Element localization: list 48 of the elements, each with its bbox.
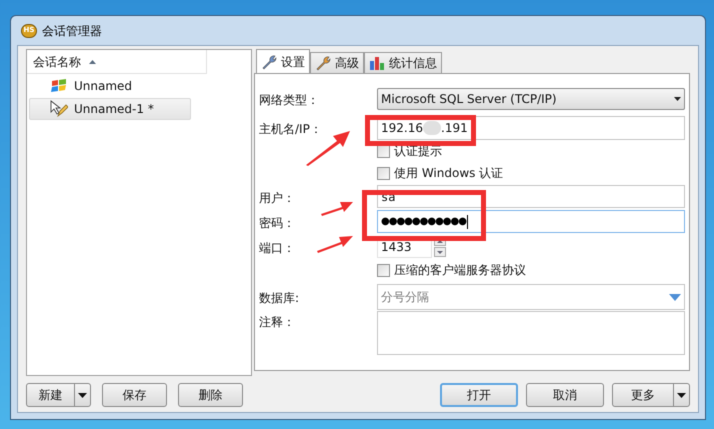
checkbox[interactable]: [377, 166, 390, 180]
button[interactable]: 删除: [178, 383, 243, 407]
field-label: 用户：: [259, 190, 295, 204]
arrow-icon: [320, 199, 354, 216]
password-field[interactable]: ●●●●●●●●●●●: [377, 210, 685, 233]
network-type-dropdown[interactable]: Microsoft SQL Server (TCP/IP): [377, 88, 685, 110]
field-label: 数据库:: [259, 291, 300, 305]
up-arrow-icon: [437, 240, 443, 242]
host-value-start: 192.16: [381, 120, 423, 137]
spin-down-button[interactable]: [434, 247, 446, 257]
split-button[interactable]: 新建: [26, 383, 91, 407]
dropdown-arrow-icon: [677, 392, 686, 398]
bar-chart-icon: [369, 56, 385, 70]
windows-flag-icon: [50, 78, 68, 94]
session-item[interactable]: Unnamed-1 *: [29, 98, 191, 120]
tab[interactable]: 统计信息: [364, 52, 442, 73]
field-label: 主机名/IP：: [259, 122, 322, 136]
checkbox-label: 压缩的客户端服务器协议: [394, 262, 526, 279]
window-title: 会话管理器: [42, 22, 102, 40]
wrench-icon: [315, 55, 331, 71]
sort-up-icon: [89, 60, 96, 64]
dropdown-arrow-icon: [78, 392, 87, 398]
dropdown-arrow-icon: [674, 97, 681, 101]
button[interactable]: 取消: [526, 383, 604, 407]
column-header[interactable]: 会话名称: [27, 50, 207, 74]
field-label: 密码：: [259, 216, 295, 230]
wrench-icon: [261, 54, 277, 70]
field-label: 注释：: [259, 314, 296, 331]
field-label: 端口：: [259, 240, 295, 254]
button[interactable]: 打开: [440, 383, 518, 407]
session-item[interactable]: Unnamed: [29, 75, 191, 97]
comment-field[interactable]: [377, 311, 685, 355]
arrow-icon: [316, 233, 354, 253]
host-field[interactable]: 192.16 .191: [377, 116, 685, 140]
button[interactable]: 保存: [102, 383, 167, 407]
down-arrow-icon: [437, 250, 443, 254]
blurred-area: [423, 121, 441, 135]
checkbox[interactable]: [377, 264, 390, 276]
dropdown-arrow-icon: [669, 294, 681, 300]
checkbox-label: 认证提示: [394, 143, 442, 160]
pencil-pointer-icon: [50, 100, 68, 118]
field-label: 网络类型：: [259, 93, 319, 107]
tab[interactable]: 高级: [310, 52, 364, 73]
host-value-end: .191: [441, 120, 468, 137]
split-button[interactable]: 更多: [612, 383, 690, 407]
tab[interactable]: 设置: [256, 49, 310, 73]
checkbox-label: 使用 Windows 认证: [394, 165, 504, 182]
database-field[interactable]: 分号分隔: [377, 284, 685, 310]
